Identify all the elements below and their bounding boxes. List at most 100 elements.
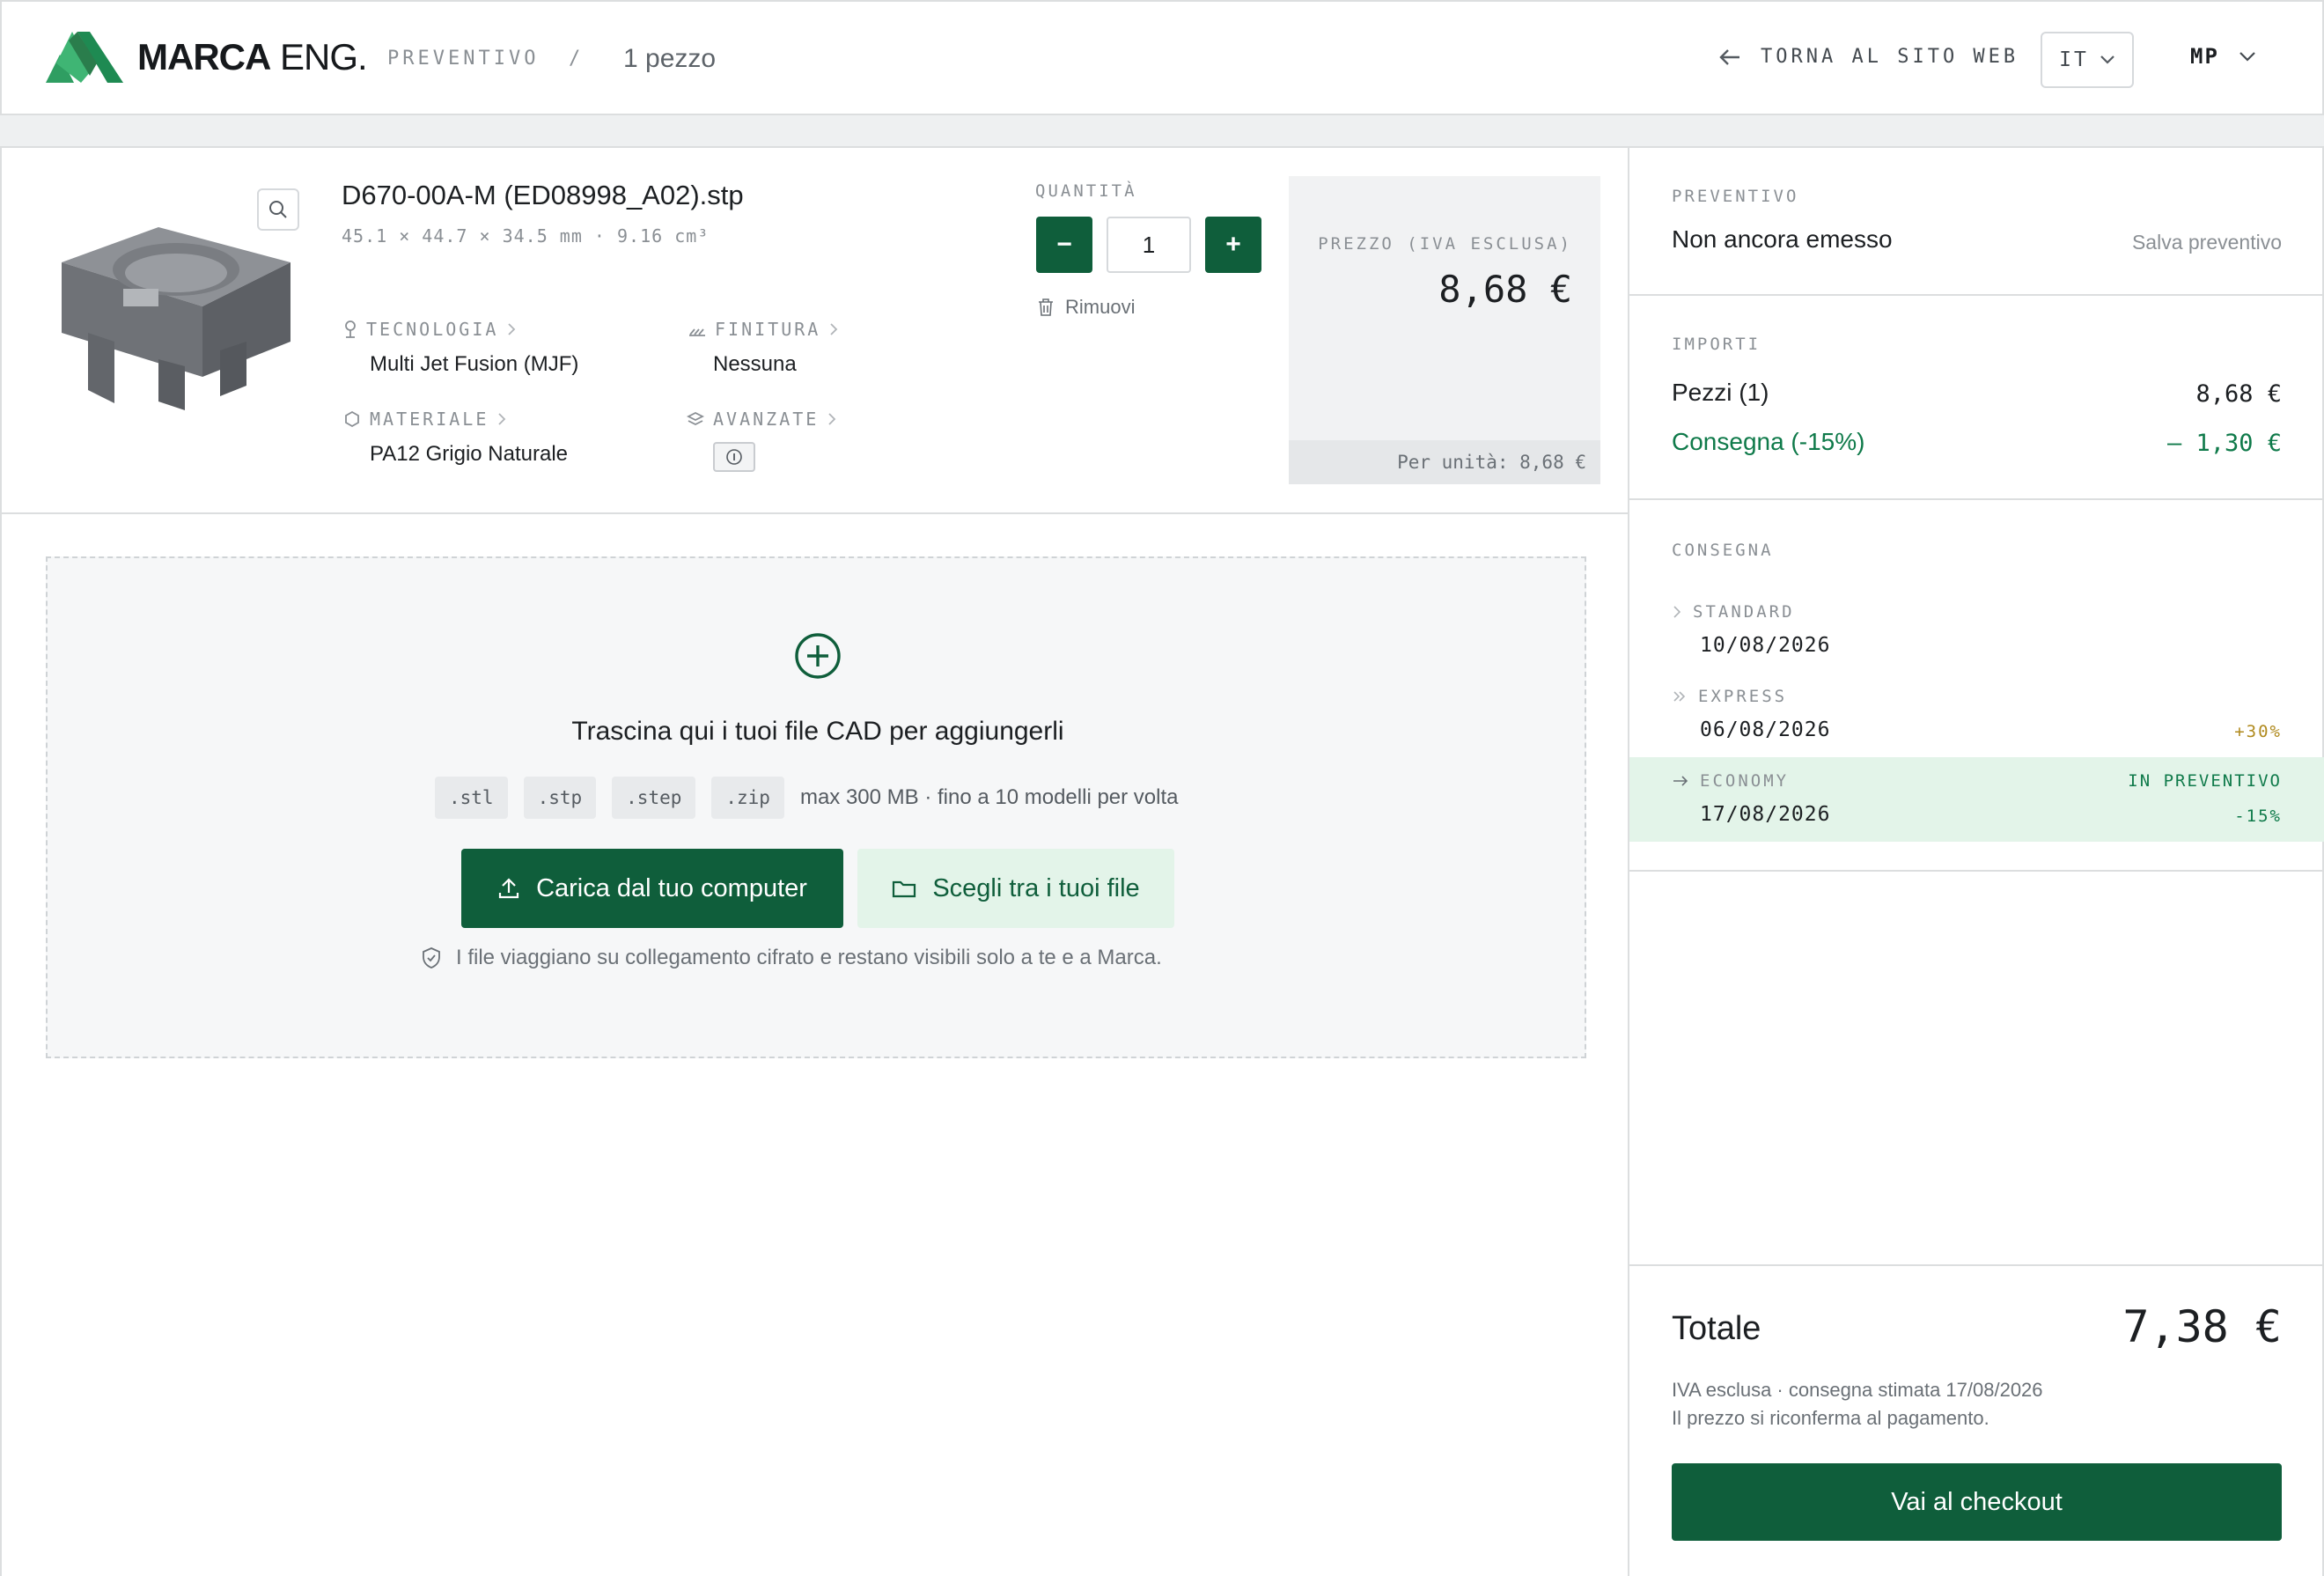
quantity-input[interactable]: 1 — [1107, 217, 1191, 273]
quantity-increase-button[interactable]: + — [1205, 217, 1261, 273]
breadcrumb-count: 1 pezzo — [623, 44, 717, 73]
quote-summary-sidebar: PREVENTIVO Non ancora emesso Salva preve… — [1628, 146, 2324, 1576]
price-label: PREZZO (IVA ESCLUSA) — [1318, 234, 1572, 254]
delivery-option-name: ECONOMY — [1700, 771, 1790, 791]
choose-from-files-button[interactable]: Scegli tra i tuoi file — [857, 849, 1174, 928]
upload-limit-note: max 300 MB · fino a 10 modelli per volta — [799, 785, 1179, 809]
finish-label: FINITURA — [715, 319, 821, 340]
delivery-option-standard[interactable]: STANDARD 10/08/2026 — [1629, 588, 2324, 673]
drop-zone-title: Trascina qui i tuoi file CAD per aggiung… — [571, 717, 1064, 746]
back-to-site-link[interactable]: TORNA AL SITO WEB — [1718, 46, 2019, 68]
price-panel: PREZZO (IVA ESCLUSA) 8,68 € Per unità: 8… — [1289, 176, 1600, 484]
part-row: D670-00A-M (ED08998_A02).stp 45.1 × 44.7… — [2, 148, 1628, 514]
top-bar: MARCA ENG. PREVENTIVO / 1 pezzo TORNA AL… — [0, 0, 2324, 115]
hexagon-icon — [345, 410, 359, 428]
remove-part-button[interactable]: Rimuovi — [1037, 296, 1135, 319]
brand-logo[interactable]: MARCA ENG. — [46, 28, 368, 86]
chevron-down-icon — [2239, 52, 2255, 62]
technology-value: Multi Jet Fusion (MJF) — [370, 352, 579, 376]
user-menu[interactable]: MP — [2190, 44, 2256, 69]
material-selector[interactable]: MATERIALE — [343, 409, 506, 430]
magnifier-icon — [269, 201, 287, 218]
quote-section-label: PREVENTIVO — [1672, 187, 1799, 206]
logo-text-light: ENG. — [279, 36, 368, 77]
chevron-right-icon — [1673, 606, 1681, 618]
extension-chip: .stp — [523, 777, 597, 819]
total-note-confirm: Il prezzo si riconferma al pagamento. — [1672, 1407, 1989, 1429]
delivery-option-name: STANDARD — [1693, 602, 1795, 622]
part-file-name: D670-00A-M (ED08998_A02).stp — [342, 180, 744, 210]
delivery-discount: -15% — [2234, 806, 2282, 826]
file-drop-zone[interactable]: Trascina qui i tuoi file CAD per aggiung… — [46, 556, 1586, 1058]
delivery-option-date: 17/08/2026 — [1700, 803, 1831, 826]
selected-delivery-badge: IN PREVENTIVO — [2128, 771, 2282, 791]
parts-amount-label: Pezzi (1) — [1672, 379, 1769, 406]
quote-status: Non ancora emesso — [1672, 225, 1893, 253]
extension-chip: .stl — [435, 777, 508, 819]
delivery-option-date: 06/08/2026 — [1700, 718, 1831, 741]
delivery-surcharge: +30% — [2234, 722, 2282, 741]
delivery-option-express[interactable]: EXPRESS 06/08/2026 +30% — [1629, 673, 2324, 757]
back-link-label: TORNA AL SITO WEB — [1761, 46, 2019, 68]
choose-files-label: Scegli tra i tuoi file — [932, 873, 1140, 902]
part-preview-image[interactable] — [53, 201, 299, 412]
unit-price: Per unità: 8,68 € — [1289, 440, 1600, 484]
arrow-left-icon — [1719, 48, 1739, 65]
folder-icon — [893, 880, 916, 898]
trash-icon — [1039, 298, 1053, 316]
technology-label: TECNOLOGIA — [366, 319, 499, 340]
quantity-decrease-button[interactable]: − — [1036, 217, 1092, 273]
checkout-button[interactable]: Vai al checkout — [1672, 1463, 2282, 1541]
total-section: Totale 7,38 € IVA esclusa · consegna sti… — [1629, 1264, 2324, 1576]
save-quote-link[interactable]: Salva preventivo — [2132, 231, 2282, 254]
security-note: I file viaggiano su collegamento cifrato… — [421, 946, 1162, 970]
chevron-right-icon — [508, 323, 516, 335]
total-note-vat: IVA esclusa · consegna stimata 17/08/202… — [1672, 1379, 2043, 1401]
logo-mark-icon — [46, 32, 123, 83]
price-value: 8,68 € — [1438, 268, 1572, 311]
security-note-text: I file viaggiano su collegamento cifrato… — [456, 946, 1162, 969]
chevron-right-icon — [828, 413, 836, 425]
breadcrumb-section[interactable]: PREVENTIVO — [387, 48, 539, 70]
upload-from-computer-button[interactable]: Carica dal tuo computer — [461, 849, 843, 928]
zoom-preview-button[interactable] — [257, 188, 299, 231]
delivery-option-date: 10/08/2026 — [1700, 634, 1831, 657]
chevron-right-icon — [830, 323, 838, 335]
total-label: Totale — [1672, 1310, 1761, 1347]
arrow-right-icon — [1673, 776, 1688, 786]
upload-icon — [498, 878, 519, 899]
pin-icon — [345, 320, 356, 338]
quantity-label: QUANTITÀ — [1035, 181, 1137, 201]
chevron-right-icon — [498, 413, 506, 425]
quote-items-panel: D670-00A-M (ED08998_A02).stp 45.1 × 44.7… — [0, 146, 1628, 1576]
advanced-selector[interactable]: AVANZATE — [687, 409, 836, 430]
parts-amount-value: 8,68 € — [2195, 380, 2282, 408]
plus-circle-icon — [795, 633, 841, 679]
delivery-option-economy[interactable]: ECONOMY 17/08/2026 IN PREVENTIVO -15% — [1629, 757, 2324, 842]
finish-value: Nessuna — [713, 352, 797, 376]
brush-icon — [689, 328, 705, 336]
shield-check-icon — [423, 947, 440, 968]
breadcrumb-separator: / — [569, 48, 585, 70]
extension-chip: .step — [612, 777, 696, 819]
advanced-label: AVANZATE — [713, 409, 820, 430]
logo-text-bold: MARCA — [137, 36, 271, 77]
double-chevron-right-icon — [1673, 691, 1686, 702]
delivery-discount-label: Consegna (-15%) — [1672, 428, 1865, 455]
amounts-section: IMPORTI Pezzi (1) 8,68 € Consegna (-15%)… — [1629, 296, 2324, 500]
amounts-label: IMPORTI — [1672, 335, 1761, 354]
quote-status-section: PREVENTIVO Non ancora emesso Salva preve… — [1629, 148, 2324, 296]
header-spacer — [0, 115, 2324, 146]
part-dimensions: 45.1 × 44.7 × 34.5 mm · 9.16 cm³ — [342, 225, 710, 247]
delivery-discount-value: – 1,30 € — [2166, 430, 2282, 457]
material-value: PA12 Grigio Naturale — [370, 442, 568, 466]
language-select[interactable]: IT — [2041, 32, 2134, 88]
upload-button-label: Carica dal tuo computer — [536, 873, 807, 902]
info-icon — [726, 449, 742, 465]
advanced-info-button[interactable] — [713, 442, 755, 472]
material-label: MATERIALE — [370, 409, 489, 430]
finish-selector[interactable]: FINITURA — [688, 319, 838, 340]
technology-selector[interactable]: TECNOLOGIA — [343, 319, 516, 340]
extension-chip: .zip — [711, 777, 784, 819]
delivery-option-name: EXPRESS — [1698, 687, 1788, 706]
